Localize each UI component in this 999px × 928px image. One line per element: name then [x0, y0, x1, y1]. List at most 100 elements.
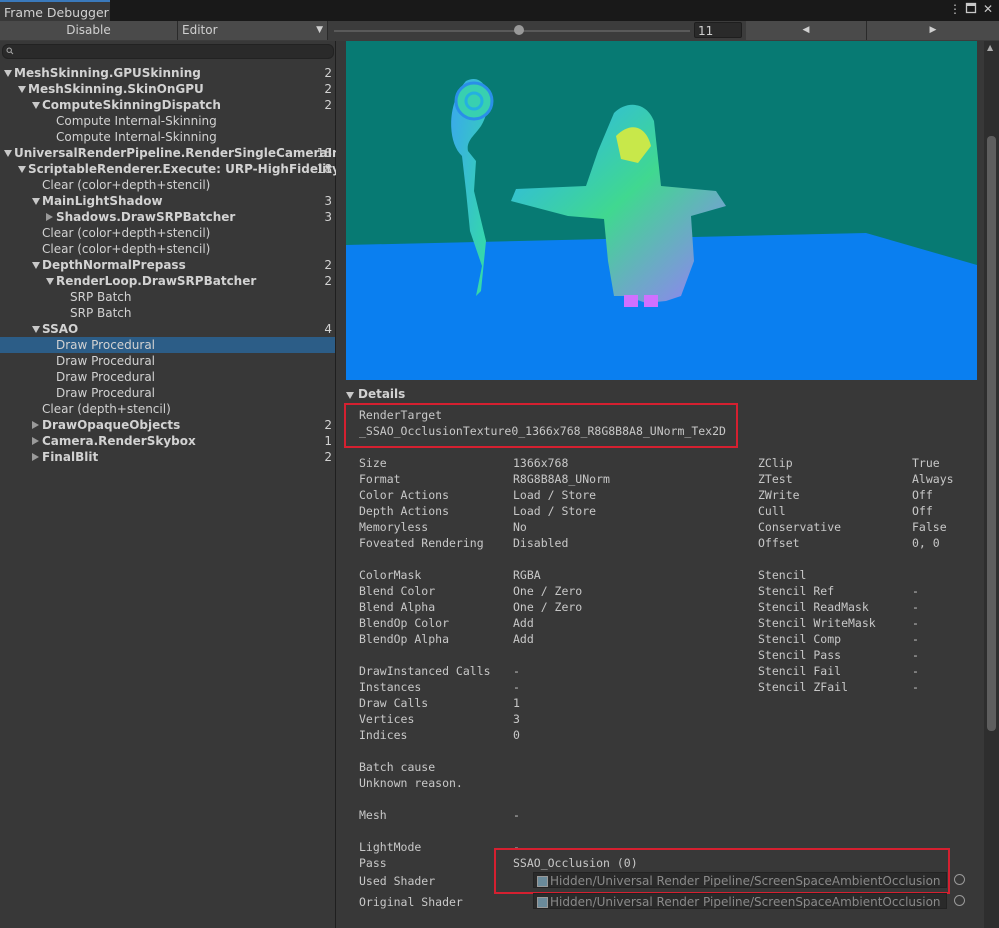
foldout-collapsed-icon[interactable]: [46, 213, 53, 221]
disable-button[interactable]: Disable: [0, 21, 178, 40]
tree-row[interactable]: Draw Procedural: [0, 353, 335, 369]
details-header: Details: [358, 387, 406, 401]
search-input[interactable]: [2, 44, 334, 59]
original-shader-value: Hidden/Universal Render Pipeline/ScreenS…: [550, 895, 941, 909]
property-name: Memoryless: [359, 520, 429, 534]
used-shader-label: Used Shader: [359, 874, 436, 888]
tree-row-count: 3: [324, 194, 332, 208]
property-value: One / Zero: [513, 600, 583, 614]
property-value: Off: [912, 504, 933, 518]
property-value: -: [912, 600, 919, 614]
tree-row-label: ScriptableRenderer.Execute: URP-HighFide…: [28, 162, 354, 176]
tree-row[interactable]: FinalBlit 2: [0, 449, 335, 465]
foldout-collapsed-icon[interactable]: [32, 437, 39, 445]
tree-row[interactable]: Shadows.DrawSRPBatcher 3: [0, 209, 335, 225]
event-hierarchy-panel: MeshSkinning.GPUSkinning 2 MeshSkinning.Sk…: [0, 41, 369, 928]
object-picker-icon[interactable]: [954, 874, 965, 885]
property-name: ColorMask: [359, 568, 422, 582]
original-shader-label: Original Shader: [359, 895, 463, 909]
foldout-expanded-icon[interactable]: [32, 102, 40, 109]
kebab-menu-icon[interactable]: ⋮: [948, 2, 962, 16]
property-name: Format: [359, 472, 401, 486]
foldout-expanded-icon[interactable]: [46, 278, 54, 285]
tree-row[interactable]: UniversalRenderPipeline.RenderSingleCame…: [0, 145, 369, 161]
tree-row[interactable]: Camera.RenderSkybox 1: [0, 433, 335, 449]
tree-row-label: FinalBlit: [42, 450, 99, 464]
property-name: Stencil Pass: [758, 648, 842, 662]
target-dropdown[interactable]: Editor ▼: [178, 21, 328, 40]
property-name: Blend Alpha: [359, 600, 436, 614]
property-name: Depth Actions: [359, 504, 450, 518]
event-index-field[interactable]: 11: [694, 22, 742, 38]
property-value: 1: [513, 696, 520, 710]
tree-row[interactable]: MeshSkinning.GPUSkinning 2: [0, 65, 335, 81]
foldout-expanded-icon[interactable]: [32, 198, 40, 205]
tree-row[interactable]: SSAO 4: [0, 321, 335, 337]
render-target-value: _SSAO_OcclusionTexture0_1366x768_R8G8B8A…: [359, 424, 726, 438]
tree-row[interactable]: Draw Procedural: [0, 385, 335, 401]
foldout-expanded-icon[interactable]: [32, 326, 40, 333]
tree-row[interactable]: MeshSkinning.SkinOnGPU 2: [0, 81, 335, 97]
scrollbar-thumb[interactable]: [987, 136, 996, 731]
tree-row[interactable]: ComputeSkinningDispatch 2: [0, 97, 335, 113]
foldout-expanded-icon[interactable]: [4, 150, 12, 157]
object-picker-icon[interactable]: [954, 895, 965, 906]
tree-row-label: Clear (color+depth+stencil): [42, 178, 211, 192]
property-name: Instances: [359, 680, 422, 694]
tree-row[interactable]: DepthNormalPrepass 2: [0, 257, 335, 273]
details-scrollbar[interactable]: ▲: [984, 41, 999, 928]
tree-row-count: 1: [324, 434, 332, 448]
tree-row[interactable]: Compute Internal-Skinning: [0, 113, 335, 129]
tree-row[interactable]: Draw Procedural: [0, 369, 335, 385]
tree-row-label: DepthNormalPrepass: [42, 258, 186, 272]
tree-row[interactable]: Draw Procedural: [0, 337, 335, 353]
tree-row[interactable]: Clear (color+depth+stencil): [0, 177, 335, 193]
foldout-expanded-icon[interactable]: [32, 262, 40, 269]
tree-row-label: SSAO: [42, 322, 79, 336]
foldout-expanded-icon[interactable]: [4, 70, 12, 77]
property-value: 0, 0: [912, 536, 940, 550]
property-name: Offset: [758, 536, 800, 550]
tree-row-label: Clear (color+depth+stencil): [42, 226, 211, 240]
foldout-collapsed-icon[interactable]: [32, 453, 39, 461]
tree-row-label: Clear (color+depth+stencil): [42, 242, 211, 256]
event-slider-track[interactable]: [334, 30, 690, 32]
close-icon[interactable]: ✕: [981, 2, 995, 16]
property-value: 3: [513, 712, 520, 726]
tree-row[interactable]: Clear (color+depth+stencil): [0, 241, 335, 257]
next-event-button[interactable]: ▶: [867, 21, 999, 40]
tree-row[interactable]: MainLightShadow 3: [0, 193, 335, 209]
property-name: Vertices: [359, 712, 415, 726]
foldout-expanded-icon[interactable]: [18, 166, 26, 173]
property-value: False: [912, 520, 947, 534]
tree-row[interactable]: RenderLoop.DrawSRPBatcher 2: [0, 273, 335, 289]
property-value: Add: [513, 632, 534, 646]
property-value: Disabled: [513, 536, 569, 550]
tree-row[interactable]: SRP Batch: [0, 305, 335, 321]
preview-and-details-panel: Details RenderTarget _SSAO_OcclusionText…: [336, 41, 999, 928]
property-name: Stencil WriteMask: [758, 616, 876, 630]
property-name: BlendOp Color: [359, 616, 450, 630]
details-foldout-icon[interactable]: [346, 392, 354, 399]
property-value: -: [912, 616, 919, 630]
property-name: ZClip: [758, 456, 793, 470]
foldout-expanded-icon[interactable]: [18, 86, 26, 93]
used-shader-field[interactable]: Hidden/Universal Render Pipeline/ScreenS…: [533, 872, 947, 888]
tree-row-label: SRP Batch: [70, 290, 132, 304]
maximize-icon[interactable]: [964, 2, 978, 16]
tree-row[interactable]: Clear (color+depth+stencil): [0, 225, 335, 241]
property-name: Conservative: [758, 520, 842, 534]
render-target-label: RenderTarget: [359, 408, 443, 422]
tree-row[interactable]: Compute Internal-Skinning: [0, 129, 335, 145]
previous-event-button[interactable]: ◀: [746, 21, 867, 40]
tree-row[interactable]: Clear (depth+stencil): [0, 401, 335, 417]
property-name: Draw Calls: [359, 696, 429, 710]
scroll-up-icon[interactable]: ▲: [987, 43, 993, 52]
original-shader-field[interactable]: Hidden/Universal Render Pipeline/ScreenS…: [533, 893, 947, 909]
tree-row[interactable]: ScriptableRenderer.Execute: URP-HighFide…: [0, 161, 354, 177]
tab-frame-debugger[interactable]: Frame Debugger: [0, 0, 110, 21]
tree-row[interactable]: SRP Batch: [0, 289, 335, 305]
event-slider-thumb[interactable]: [514, 25, 525, 35]
foldout-collapsed-icon[interactable]: [32, 421, 39, 429]
tree-row[interactable]: DrawOpaqueObjects 2: [0, 417, 335, 433]
